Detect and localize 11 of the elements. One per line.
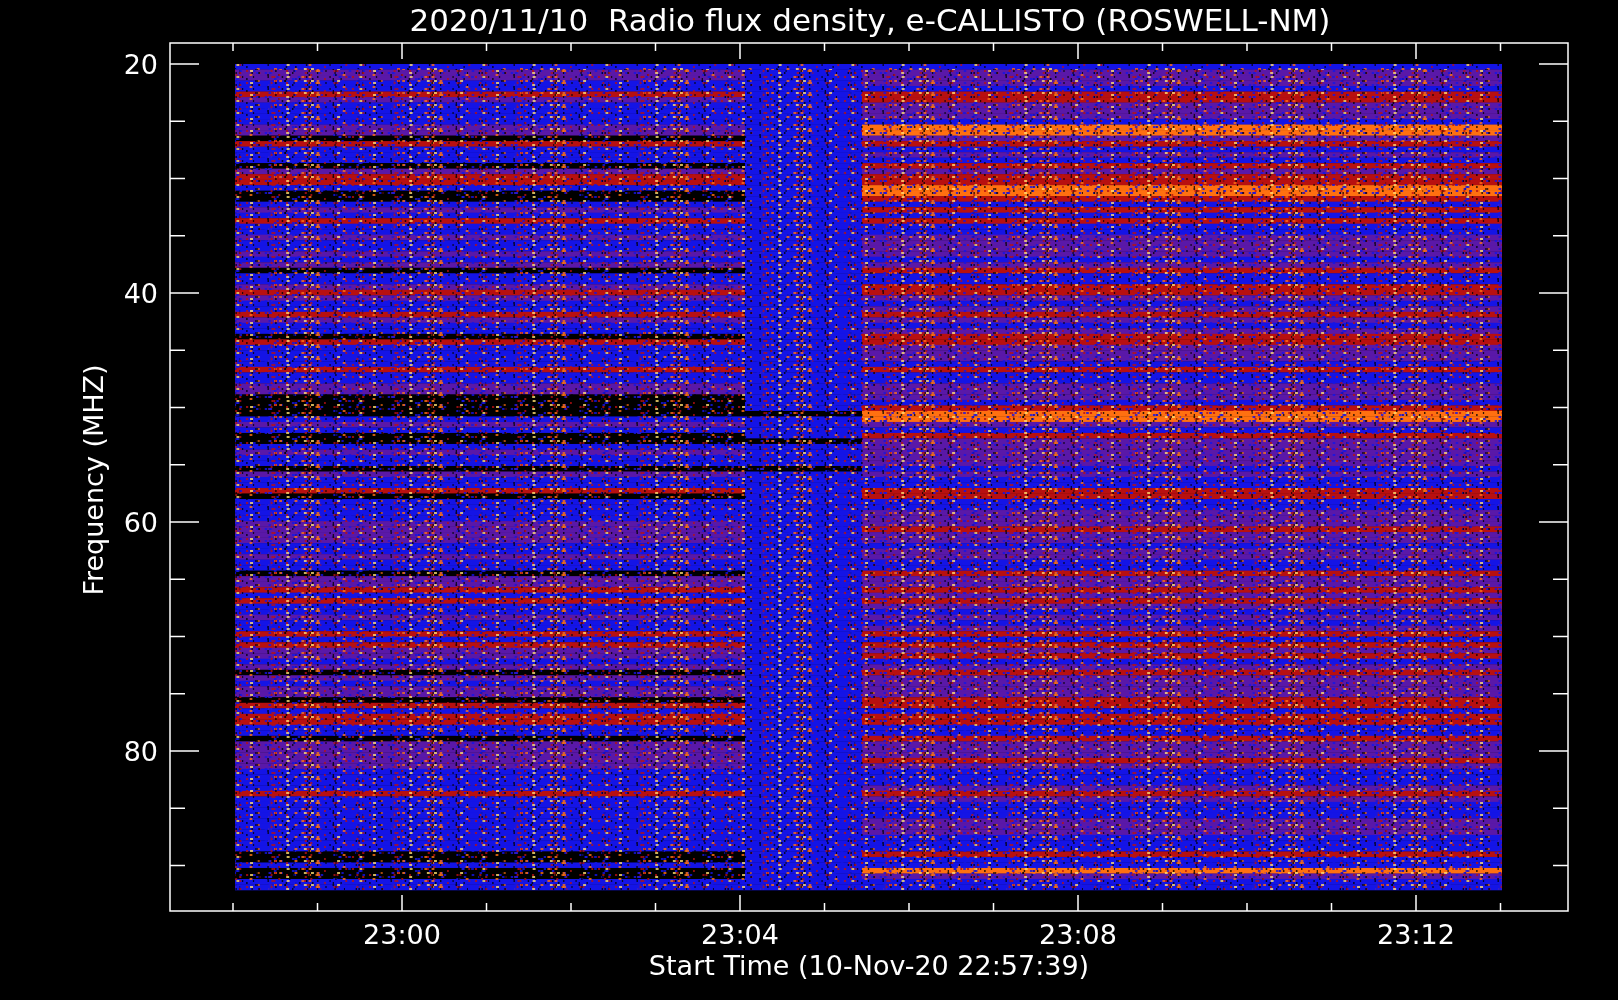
tick-label: 80	[123, 736, 158, 767]
plot-title: 2020/11/10 Radio flux density, e-CALLISTO (ROSWELL-NM)	[409, 2, 1331, 38]
tick-label: 23:12	[1377, 919, 1455, 950]
axis-label: Frequency (MHZ)	[78, 364, 109, 596]
axis-label: Start Time (10-Nov-20 22:57:39)	[648, 950, 1090, 981]
tick-label: 23:00	[363, 919, 441, 950]
tick-label: 60	[123, 507, 158, 538]
tick-label: 20	[123, 49, 158, 80]
tick-label: 23:04	[701, 919, 779, 950]
tick-label: 40	[123, 278, 158, 309]
tick-label: 23:08	[1039, 919, 1117, 950]
